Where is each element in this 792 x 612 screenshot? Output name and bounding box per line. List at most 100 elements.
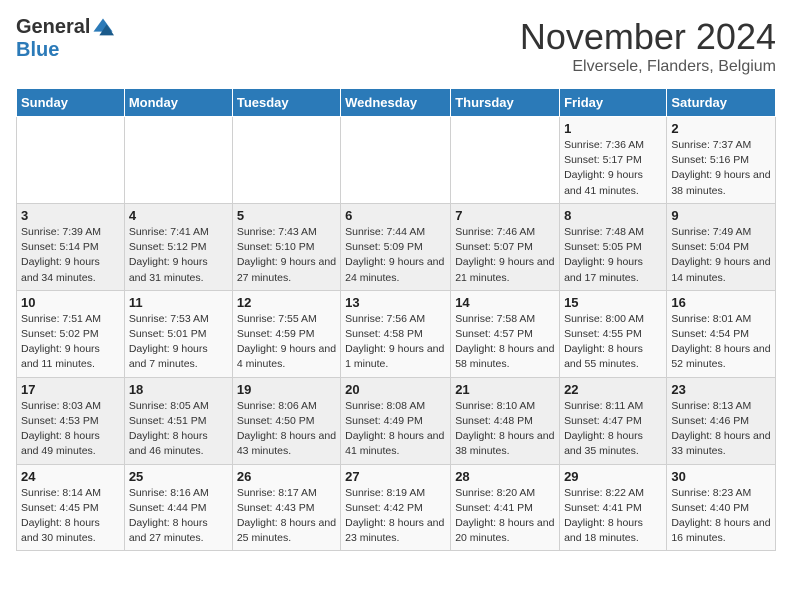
weekday-header-saturday: Saturday (667, 89, 776, 117)
day-number: 20 (345, 382, 446, 397)
day-info: Sunrise: 7:39 AM Sunset: 5:14 PM Dayligh… (21, 225, 120, 286)
week-row-5: 24Sunrise: 8:14 AM Sunset: 4:45 PM Dayli… (17, 464, 776, 551)
day-number: 4 (129, 208, 228, 223)
calendar-cell: 27 Sunrise: 8:19 AM Sunset: 4:42 PM Dayli… (341, 464, 451, 551)
day-number: 2 (671, 121, 771, 136)
day-info: Sunrise: 7:58 AM Sunset: 4:57 PM Dayligh… (455, 312, 555, 373)
calendar-cell: 19 Sunrise: 8:06 AM Sunset: 4:50 PM Dayli… (232, 377, 340, 464)
calendar-cell (124, 117, 232, 204)
calendar-cell: 5 Sunrise: 7:43 AM Sunset: 5:10 PM Daylig… (232, 203, 340, 290)
day-info: Sunrise: 8:22 AM Sunset: 4:41 PM Dayligh… (564, 486, 662, 547)
calendar-cell: 22 Sunrise: 8:11 AM Sunset: 4:47 PM Dayli… (560, 377, 667, 464)
day-number: 15 (564, 295, 662, 310)
day-info: Sunrise: 8:20 AM Sunset: 4:41 PM Dayligh… (455, 486, 555, 547)
day-info: Sunrise: 8:01 AM Sunset: 4:54 PM Dayligh… (671, 312, 771, 373)
calendar-cell: 10 Sunrise: 7:51 AM Sunset: 5:02 PM Dayli… (17, 290, 125, 377)
day-number: 7 (455, 208, 555, 223)
calendar-cell: 25 Sunrise: 8:16 AM Sunset: 4:44 PM Dayli… (124, 464, 232, 551)
weekday-header-thursday: Thursday (451, 89, 560, 117)
calendar-cell: 15Sunrise: 8:00 AM Sunset: 4:55 PM Dayli… (560, 290, 667, 377)
weekday-header-monday: Monday (124, 89, 232, 117)
week-row-4: 17 Sunrise: 8:03 AM Sunset: 4:53 PM Dayli… (17, 377, 776, 464)
calendar-cell: 8 Sunrise: 7:48 AM Sunset: 5:05 PM Daylig… (560, 203, 667, 290)
logo: General Blue (16, 16, 114, 62)
day-info: Sunrise: 8:03 AM Sunset: 4:53 PM Dayligh… (21, 399, 120, 460)
day-info: Sunrise: 8:19 AM Sunset: 4:42 PM Dayligh… (345, 486, 446, 547)
calendar-cell: 7 Sunrise: 7:46 AM Sunset: 5:07 PM Daylig… (451, 203, 560, 290)
page-header: General Blue November 2024 Elversele, Fl… (16, 16, 776, 76)
day-info: Sunrise: 8:14 AM Sunset: 4:45 PM Dayligh… (21, 486, 120, 547)
calendar-cell (341, 117, 451, 204)
weekday-header-tuesday: Tuesday (232, 89, 340, 117)
calendar-cell: 14 Sunrise: 7:58 AM Sunset: 4:57 PM Dayli… (451, 290, 560, 377)
day-number: 26 (237, 469, 336, 484)
weekday-header-friday: Friday (560, 89, 667, 117)
day-info: Sunrise: 8:06 AM Sunset: 4:50 PM Dayligh… (237, 399, 336, 460)
day-number: 14 (455, 295, 555, 310)
week-row-2: 3 Sunrise: 7:39 AM Sunset: 5:14 PM Daylig… (17, 203, 776, 290)
day-number: 6 (345, 208, 446, 223)
day-info: Sunrise: 7:46 AM Sunset: 5:07 PM Dayligh… (455, 225, 555, 286)
calendar-cell: 17 Sunrise: 8:03 AM Sunset: 4:53 PM Dayli… (17, 377, 125, 464)
day-info: Sunrise: 7:49 AM Sunset: 5:04 PM Dayligh… (671, 225, 771, 286)
calendar-cell: 20 Sunrise: 8:08 AM Sunset: 4:49 PM Dayli… (341, 377, 451, 464)
logo-blue-text: Blue (16, 39, 59, 62)
day-info: Sunrise: 8:23 AM Sunset: 4:40 PM Dayligh… (671, 486, 771, 547)
day-number: 10 (21, 295, 120, 310)
day-info: Sunrise: 7:48 AM Sunset: 5:05 PM Dayligh… (564, 225, 662, 286)
day-number: 30 (671, 469, 771, 484)
calendar-cell: 26 Sunrise: 8:17 AM Sunset: 4:43 PM Dayli… (232, 464, 340, 551)
calendar-cell (17, 117, 125, 204)
calendar-cell (232, 117, 340, 204)
day-number: 27 (345, 469, 446, 484)
calendar-cell: 21 Sunrise: 8:10 AM Sunset: 4:48 PM Dayli… (451, 377, 560, 464)
day-info: Sunrise: 8:05 AM Sunset: 4:51 PM Dayligh… (129, 399, 228, 460)
day-info: Sunrise: 8:10 AM Sunset: 4:48 PM Dayligh… (455, 399, 555, 460)
calendar-cell: 11 Sunrise: 7:53 AM Sunset: 5:01 PM Dayli… (124, 290, 232, 377)
calendar-cell: 4 Sunrise: 7:41 AM Sunset: 5:12 PM Daylig… (124, 203, 232, 290)
calendar-cell (451, 117, 560, 204)
calendar-cell: 30 Sunrise: 8:23 AM Sunset: 4:40 PM Dayli… (667, 464, 776, 551)
day-number: 8 (564, 208, 662, 223)
day-number: 12 (237, 295, 336, 310)
day-number: 19 (237, 382, 336, 397)
day-info: Sunrise: 7:44 AM Sunset: 5:09 PM Dayligh… (345, 225, 446, 286)
day-info: Sunrise: 8:08 AM Sunset: 4:49 PM Dayligh… (345, 399, 446, 460)
day-info: Sunrise: 7:51 AM Sunset: 5:02 PM Dayligh… (21, 312, 120, 373)
day-number: 28 (455, 469, 555, 484)
calendar-cell: 13 Sunrise: 7:56 AM Sunset: 4:58 PM Dayli… (341, 290, 451, 377)
day-number: 9 (671, 208, 771, 223)
day-info: Sunrise: 7:53 AM Sunset: 5:01 PM Dayligh… (129, 312, 228, 373)
calendar-cell: 24Sunrise: 8:14 AM Sunset: 4:45 PM Dayli… (17, 464, 125, 551)
day-info: Sunrise: 8:13 AM Sunset: 4:46 PM Dayligh… (671, 399, 771, 460)
day-info: Sunrise: 7:43 AM Sunset: 5:10 PM Dayligh… (237, 225, 336, 286)
day-number: 3 (21, 208, 120, 223)
day-info: Sunrise: 8:16 AM Sunset: 4:44 PM Dayligh… (129, 486, 228, 547)
day-info: Sunrise: 8:11 AM Sunset: 4:47 PM Dayligh… (564, 399, 662, 460)
day-info: Sunrise: 8:17 AM Sunset: 4:43 PM Dayligh… (237, 486, 336, 547)
day-number: 23 (671, 382, 771, 397)
day-number: 17 (21, 382, 120, 397)
calendar-cell: 16 Sunrise: 8:01 AM Sunset: 4:54 PM Dayli… (667, 290, 776, 377)
day-number: 25 (129, 469, 228, 484)
calendar-cell: 18Sunrise: 8:05 AM Sunset: 4:51 PM Dayli… (124, 377, 232, 464)
day-info: Sunrise: 7:41 AM Sunset: 5:12 PM Dayligh… (129, 225, 228, 286)
calendar-table: SundayMondayTuesdayWednesdayThursdayFrid… (16, 88, 776, 551)
logo-icon (92, 17, 114, 39)
day-number: 5 (237, 208, 336, 223)
day-number: 16 (671, 295, 771, 310)
day-number: 11 (129, 295, 228, 310)
calendar-cell: 6 Sunrise: 7:44 AM Sunset: 5:09 PM Daylig… (341, 203, 451, 290)
location-subtitle: Elversele, Flanders, Belgium (520, 58, 776, 76)
day-number: 13 (345, 295, 446, 310)
day-info: Sunrise: 7:37 AM Sunset: 5:16 PM Dayligh… (671, 138, 771, 199)
calendar-cell: 23 Sunrise: 8:13 AM Sunset: 4:46 PM Dayli… (667, 377, 776, 464)
calendar-cell: 1Sunrise: 7:36 AM Sunset: 5:17 PM Daylig… (560, 117, 667, 204)
day-info: Sunrise: 7:56 AM Sunset: 4:58 PM Dayligh… (345, 312, 446, 373)
title-section: November 2024 Elversele, Flanders, Belgi… (520, 16, 776, 76)
calendar-cell: 2 Sunrise: 7:37 AM Sunset: 5:16 PM Daylig… (667, 117, 776, 204)
weekday-header-row: SundayMondayTuesdayWednesdayThursdayFrid… (17, 89, 776, 117)
calendar-cell: 29Sunrise: 8:22 AM Sunset: 4:41 PM Dayli… (560, 464, 667, 551)
day-number: 22 (564, 382, 662, 397)
day-number: 21 (455, 382, 555, 397)
